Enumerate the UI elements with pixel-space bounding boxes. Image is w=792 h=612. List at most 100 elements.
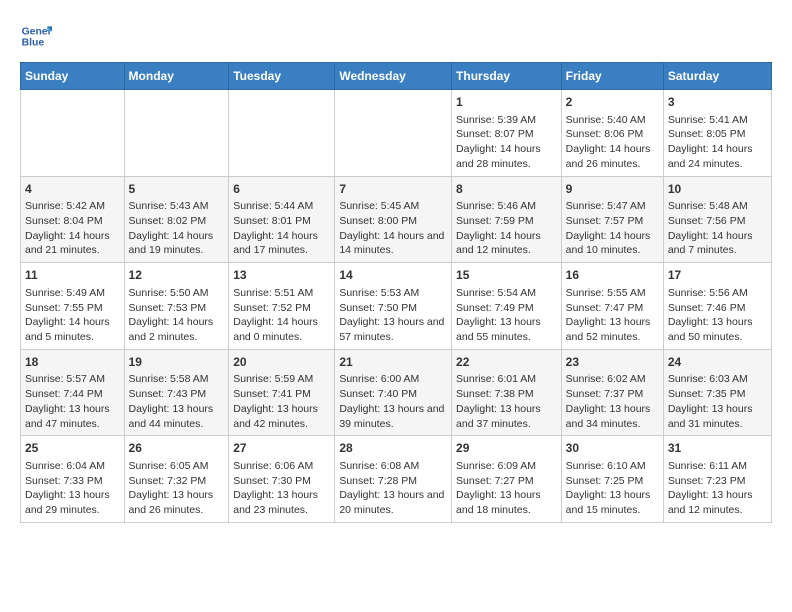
day-number: 31 xyxy=(668,440,767,457)
calendar-cell: 24Sunrise: 6:03 AMSunset: 7:35 PMDayligh… xyxy=(663,349,771,436)
daylight-text: Daylight: 14 hours and 2 minutes. xyxy=(129,315,225,344)
calendar-cell: 31Sunrise: 6:11 AMSunset: 7:23 PMDayligh… xyxy=(663,436,771,523)
calendar-cell: 7Sunrise: 5:45 AMSunset: 8:00 PMDaylight… xyxy=(335,176,452,263)
day-number: 15 xyxy=(456,267,557,284)
sunrise-text: Sunrise: 6:10 AM xyxy=(566,459,659,474)
day-of-week-header: Sunday xyxy=(21,63,125,90)
sunset-text: Sunset: 7:27 PM xyxy=(456,474,557,489)
sunset-text: Sunset: 7:59 PM xyxy=(456,214,557,229)
daylight-text: Daylight: 14 hours and 14 minutes. xyxy=(339,229,447,258)
calendar-cell: 13Sunrise: 5:51 AMSunset: 7:52 PMDayligh… xyxy=(229,263,335,350)
day-number: 8 xyxy=(456,181,557,198)
day-number: 16 xyxy=(566,267,659,284)
sunrise-text: Sunrise: 5:51 AM xyxy=(233,286,330,301)
sunrise-text: Sunrise: 5:59 AM xyxy=(233,372,330,387)
sunrise-text: Sunrise: 5:40 AM xyxy=(566,113,659,128)
calendar-cell: 29Sunrise: 6:09 AMSunset: 7:27 PMDayligh… xyxy=(452,436,562,523)
sunrise-text: Sunrise: 6:03 AM xyxy=(668,372,767,387)
sunrise-text: Sunrise: 6:02 AM xyxy=(566,372,659,387)
calendar-cell: 16Sunrise: 5:55 AMSunset: 7:47 PMDayligh… xyxy=(561,263,663,350)
daylight-text: Daylight: 13 hours and 42 minutes. xyxy=(233,402,330,431)
sunrise-text: Sunrise: 5:44 AM xyxy=(233,199,330,214)
daylight-text: Daylight: 13 hours and 23 minutes. xyxy=(233,488,330,517)
sunset-text: Sunset: 7:23 PM xyxy=(668,474,767,489)
daylight-text: Daylight: 13 hours and 39 minutes. xyxy=(339,402,447,431)
daylight-text: Daylight: 14 hours and 0 minutes. xyxy=(233,315,330,344)
calendar-cell: 28Sunrise: 6:08 AMSunset: 7:28 PMDayligh… xyxy=(335,436,452,523)
day-number: 1 xyxy=(456,94,557,111)
sunset-text: Sunset: 7:25 PM xyxy=(566,474,659,489)
day-number: 25 xyxy=(25,440,120,457)
calendar-cell: 6Sunrise: 5:44 AMSunset: 8:01 PMDaylight… xyxy=(229,176,335,263)
sunrise-text: Sunrise: 5:58 AM xyxy=(129,372,225,387)
day-number: 27 xyxy=(233,440,330,457)
sunrise-text: Sunrise: 5:56 AM xyxy=(668,286,767,301)
calendar-cell: 8Sunrise: 5:46 AMSunset: 7:59 PMDaylight… xyxy=(452,176,562,263)
sunset-text: Sunset: 7:38 PM xyxy=(456,387,557,402)
sunrise-text: Sunrise: 5:41 AM xyxy=(668,113,767,128)
sunset-text: Sunset: 7:52 PM xyxy=(233,301,330,316)
sunrise-text: Sunrise: 6:08 AM xyxy=(339,459,447,474)
daylight-text: Daylight: 14 hours and 17 minutes. xyxy=(233,229,330,258)
day-number: 2 xyxy=(566,94,659,111)
day-number: 22 xyxy=(456,354,557,371)
day-of-week-header: Wednesday xyxy=(335,63,452,90)
sunrise-text: Sunrise: 5:39 AM xyxy=(456,113,557,128)
day-number: 28 xyxy=(339,440,447,457)
day-number: 10 xyxy=(668,181,767,198)
sunrise-text: Sunrise: 6:05 AM xyxy=(129,459,225,474)
sunrise-text: Sunrise: 5:49 AM xyxy=(25,286,120,301)
day-number: 12 xyxy=(129,267,225,284)
day-number: 11 xyxy=(25,267,120,284)
calendar-cell: 12Sunrise: 5:50 AMSunset: 7:53 PMDayligh… xyxy=(124,263,229,350)
sunset-text: Sunset: 7:55 PM xyxy=(25,301,120,316)
day-number: 5 xyxy=(129,181,225,198)
sunset-text: Sunset: 8:01 PM xyxy=(233,214,330,229)
sunset-text: Sunset: 7:53 PM xyxy=(129,301,225,316)
calendar-cell xyxy=(335,90,452,177)
daylight-text: Daylight: 13 hours and 52 minutes. xyxy=(566,315,659,344)
sunrise-text: Sunrise: 5:46 AM xyxy=(456,199,557,214)
calendar-cell: 3Sunrise: 5:41 AMSunset: 8:05 PMDaylight… xyxy=(663,90,771,177)
day-number: 18 xyxy=(25,354,120,371)
calendar-cell: 19Sunrise: 5:58 AMSunset: 7:43 PMDayligh… xyxy=(124,349,229,436)
calendar-cell xyxy=(21,90,125,177)
sunset-text: Sunset: 8:06 PM xyxy=(566,127,659,142)
sunset-text: Sunset: 8:00 PM xyxy=(339,214,447,229)
day-of-week-header: Tuesday xyxy=(229,63,335,90)
daylight-text: Daylight: 14 hours and 12 minutes. xyxy=(456,229,557,258)
daylight-text: Daylight: 13 hours and 15 minutes. xyxy=(566,488,659,517)
sunset-text: Sunset: 7:49 PM xyxy=(456,301,557,316)
sunrise-text: Sunrise: 5:57 AM xyxy=(25,372,120,387)
sunrise-text: Sunrise: 6:01 AM xyxy=(456,372,557,387)
sunrise-text: Sunrise: 5:47 AM xyxy=(566,199,659,214)
day-number: 14 xyxy=(339,267,447,284)
sunset-text: Sunset: 7:46 PM xyxy=(668,301,767,316)
daylight-text: Daylight: 13 hours and 57 minutes. xyxy=(339,315,447,344)
day-of-week-header: Saturday xyxy=(663,63,771,90)
day-number: 30 xyxy=(566,440,659,457)
daylight-text: Daylight: 14 hours and 5 minutes. xyxy=(25,315,120,344)
calendar-week-row: 25Sunrise: 6:04 AMSunset: 7:33 PMDayligh… xyxy=(21,436,772,523)
daylight-text: Daylight: 13 hours and 20 minutes. xyxy=(339,488,447,517)
calendar-cell: 25Sunrise: 6:04 AMSunset: 7:33 PMDayligh… xyxy=(21,436,125,523)
calendar-cell: 20Sunrise: 5:59 AMSunset: 7:41 PMDayligh… xyxy=(229,349,335,436)
sunset-text: Sunset: 7:35 PM xyxy=(668,387,767,402)
calendar-cell: 14Sunrise: 5:53 AMSunset: 7:50 PMDayligh… xyxy=(335,263,452,350)
calendar-cell: 26Sunrise: 6:05 AMSunset: 7:32 PMDayligh… xyxy=(124,436,229,523)
sunset-text: Sunset: 8:07 PM xyxy=(456,127,557,142)
calendar-cell xyxy=(124,90,229,177)
daylight-text: Daylight: 14 hours and 19 minutes. xyxy=(129,229,225,258)
sunset-text: Sunset: 7:41 PM xyxy=(233,387,330,402)
sunrise-text: Sunrise: 6:06 AM xyxy=(233,459,330,474)
daylight-text: Daylight: 13 hours and 34 minutes. xyxy=(566,402,659,431)
page-header: General Blue xyxy=(20,20,772,52)
daylight-text: Daylight: 14 hours and 24 minutes. xyxy=(668,142,767,171)
calendar-cell: 17Sunrise: 5:56 AMSunset: 7:46 PMDayligh… xyxy=(663,263,771,350)
calendar-cell xyxy=(229,90,335,177)
daylight-text: Daylight: 13 hours and 12 minutes. xyxy=(668,488,767,517)
calendar-week-row: 11Sunrise: 5:49 AMSunset: 7:55 PMDayligh… xyxy=(21,263,772,350)
calendar-cell: 2Sunrise: 5:40 AMSunset: 8:06 PMDaylight… xyxy=(561,90,663,177)
sunrise-text: Sunrise: 5:54 AM xyxy=(456,286,557,301)
day-number: 26 xyxy=(129,440,225,457)
